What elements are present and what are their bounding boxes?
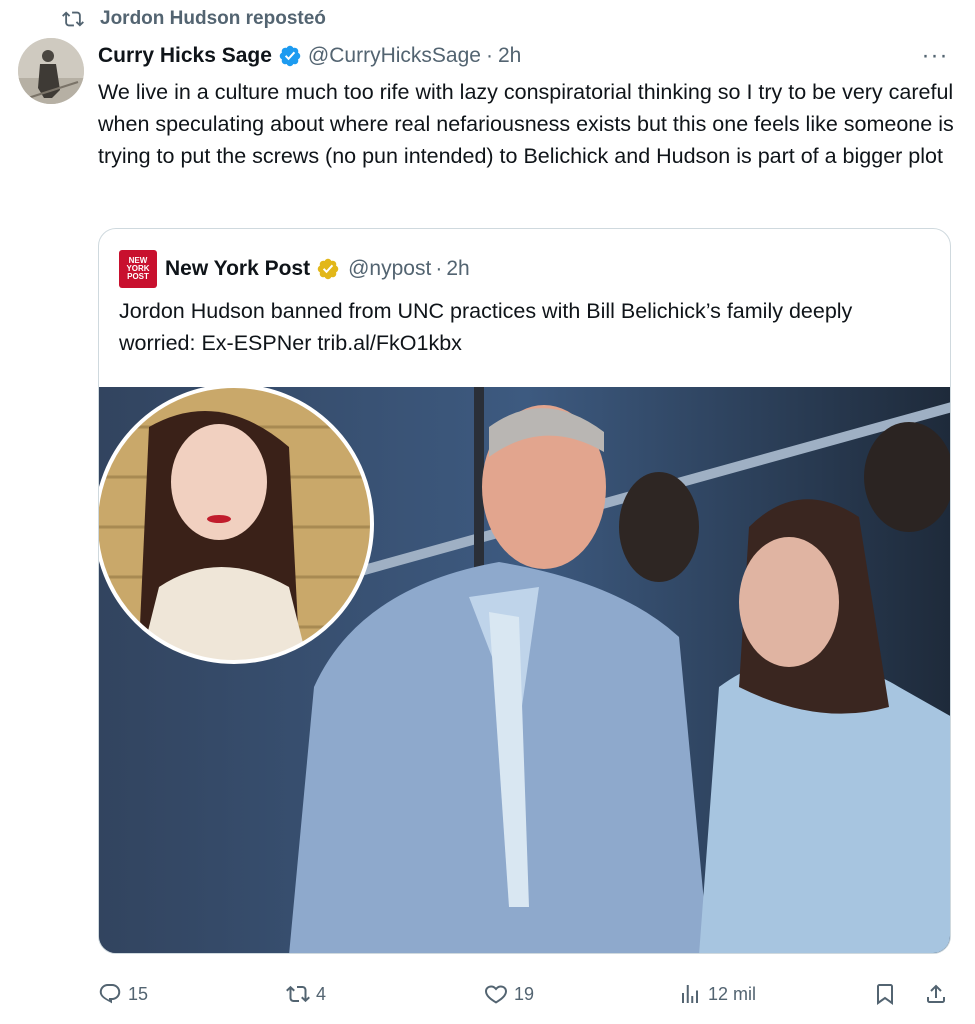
share-icon bbox=[927, 984, 945, 1003]
share-button[interactable] bbox=[924, 974, 954, 1014]
tweet-text: We live in a culture much too rife with … bbox=[98, 80, 954, 168]
quoted-author-name[interactable]: New York Post bbox=[165, 257, 310, 281]
quoted-tweet-photo[interactable] bbox=[99, 387, 950, 953]
author-handle[interactable]: @CurryHicksSage bbox=[308, 44, 481, 68]
more-icon: ··· bbox=[921, 42, 949, 69]
tweet-header: Curry Hicks Sage @CurryHicksSage · 2h ··… bbox=[98, 40, 955, 72]
timestamp[interactable]: 2h bbox=[498, 44, 521, 68]
verified-badge-icon bbox=[279, 45, 301, 67]
author-name[interactable]: Curry Hicks Sage bbox=[98, 44, 272, 68]
bookmark-button[interactable] bbox=[873, 974, 903, 1014]
repost-label: Jordon Hudson reposteó bbox=[100, 8, 326, 29]
reply-button[interactable]: 15 bbox=[98, 974, 148, 1014]
repost-icon bbox=[286, 985, 310, 1003]
quoted-separator-dot: · bbox=[435, 257, 443, 280]
verified-gold-badge-icon bbox=[317, 258, 339, 280]
views-count: 12 mil bbox=[708, 983, 757, 1004]
quoted-tweet[interactable]: NEW YORK POST New York Post @nypost · 2h… bbox=[98, 228, 951, 954]
bookmark-icon bbox=[877, 984, 893, 1005]
repost-icon bbox=[62, 11, 84, 27]
views-bar-chart-icon bbox=[682, 985, 698, 1003]
quoted-tweet-text: Jordon Hudson banned from UNC practices … bbox=[119, 299, 853, 355]
heart-icon bbox=[485, 985, 507, 1004]
quoted-author-handle[interactable]: @nypost bbox=[348, 257, 431, 281]
more-options-button[interactable]: ··· bbox=[915, 42, 955, 70]
repost-indicator[interactable]: Jordon Hudson reposteó bbox=[62, 8, 326, 30]
nypost-logo-avatar[interactable]: NEW YORK POST bbox=[119, 250, 157, 288]
repost-count: 4 bbox=[316, 983, 327, 1004]
like-button[interactable]: 19 bbox=[484, 974, 534, 1014]
action-bar: 15 4 19 12 mil bbox=[98, 974, 958, 1014]
reply-icon bbox=[99, 984, 121, 1004]
separator-dot: · bbox=[485, 44, 493, 67]
repost-button[interactable]: 4 bbox=[286, 974, 326, 1014]
quoted-tweet-header: NEW YORK POST New York Post @nypost · 2h bbox=[119, 250, 470, 288]
like-count: 19 bbox=[514, 983, 535, 1004]
quoted-timestamp[interactable]: 2h bbox=[446, 257, 469, 281]
reply-count: 15 bbox=[128, 983, 149, 1004]
views-button[interactable]: 12 mil bbox=[678, 974, 756, 1014]
avatar[interactable] bbox=[18, 38, 84, 104]
